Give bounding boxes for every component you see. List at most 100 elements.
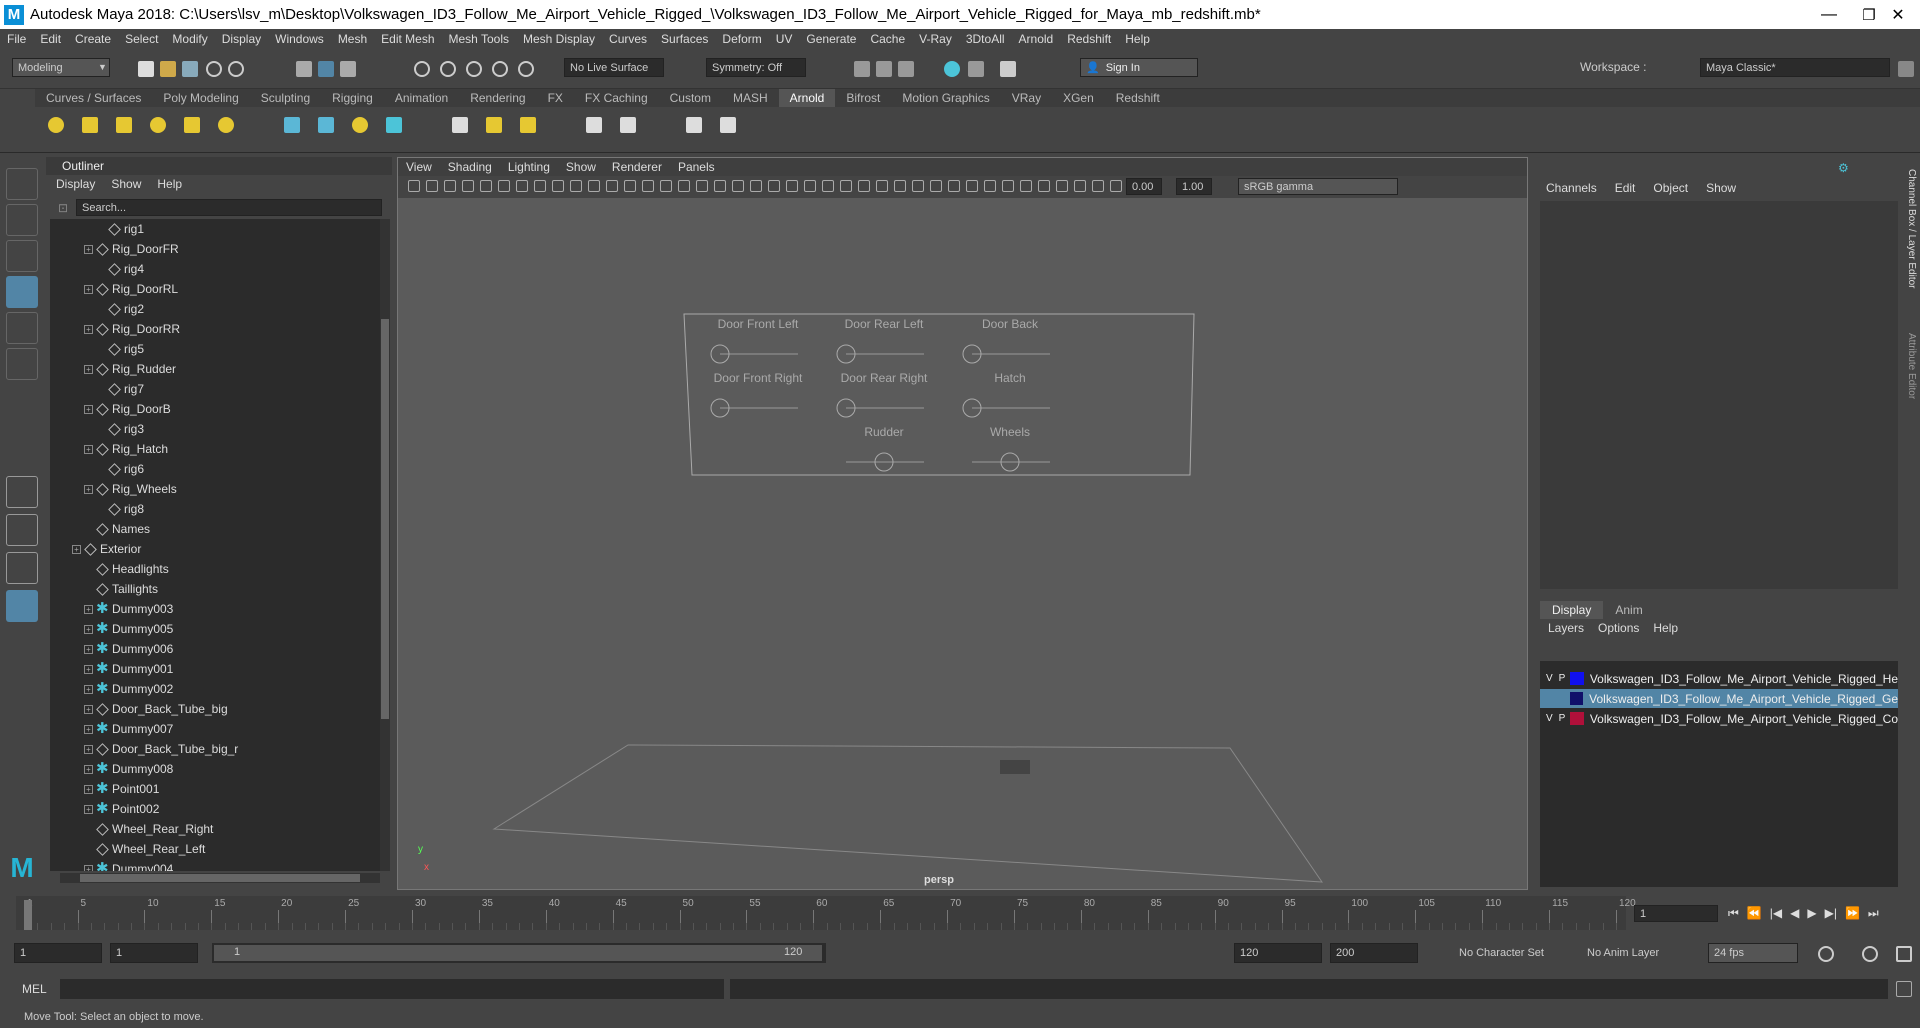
exposure-field[interactable]: 0.00 [1126, 178, 1162, 195]
expand-toggle-icon[interactable]: + [84, 244, 93, 254]
outliner-row[interactable]: Names [84, 519, 150, 539]
outliner-row[interactable]: + ✱ Point002 [84, 799, 159, 819]
select-tool-icon[interactable] [6, 168, 38, 200]
anim-layer-select[interactable]: No Anim Layer [1582, 943, 1692, 963]
expand-toggle-icon[interactable] [84, 565, 93, 574]
layer-color-swatch[interactable] [1569, 692, 1584, 705]
expand-toggle-icon[interactable]: + [84, 704, 93, 714]
viewport-toolbar-icon[interactable] [588, 180, 600, 192]
menu-windows[interactable]: Windows [268, 32, 331, 46]
channel-box-menu-edit[interactable]: Edit [1615, 181, 1636, 195]
skydome-light-icon[interactable] [150, 117, 166, 133]
expand-toggle-icon[interactable] [96, 345, 105, 354]
expand-toggle-icon[interactable] [96, 425, 105, 434]
outliner-layout-icon[interactable] [6, 590, 38, 622]
channel-box-menu-object[interactable]: Object [1653, 181, 1688, 195]
expand-toggle-icon[interactable]: + [84, 804, 93, 814]
anim-prefs-icon[interactable] [1896, 946, 1912, 962]
viewport-toolbar-icon[interactable] [696, 180, 708, 192]
viewport-toolbar-icon[interactable] [822, 180, 834, 192]
single-pane-layout-icon[interactable] [6, 476, 38, 508]
outliner-row[interactable]: rig8 [96, 499, 144, 519]
menu-mesh-tools[interactable]: Mesh Tools [442, 32, 516, 46]
shelf-tab-sculpting[interactable]: Sculpting [250, 89, 321, 107]
loop-icon[interactable] [1818, 946, 1834, 962]
menu-arnold[interactable]: Arnold [1012, 32, 1061, 46]
menu-file[interactable]: File [0, 32, 33, 46]
shelf-tab-fx[interactable]: FX [537, 89, 574, 107]
menu-3dtoall[interactable]: 3DtoAll [959, 32, 1012, 46]
tx-manager-icon[interactable] [620, 117, 636, 133]
shelf-tab-redshift[interactable]: Redshift [1105, 89, 1171, 107]
shelf-tab-animation[interactable]: Animation [384, 89, 459, 107]
outliner-row[interactable]: + ✱ Dummy001 [84, 659, 173, 679]
outliner-menu-show[interactable]: Show [111, 177, 141, 191]
create-mesh-icon[interactable] [386, 117, 402, 133]
viewport-toolbar-icon[interactable] [552, 180, 564, 192]
menu-redshift[interactable]: Redshift [1060, 32, 1118, 46]
outliner-vscrollbar[interactable] [380, 219, 390, 871]
outliner-row[interactable]: + ✱ Point001 [84, 779, 159, 799]
volume-icon[interactable] [318, 117, 334, 133]
layer-menu-options[interactable]: Options [1598, 621, 1639, 635]
lasso-tool-icon[interactable] [6, 204, 38, 236]
layer-tab-anim[interactable]: Anim [1603, 601, 1654, 619]
layer-visible-flag[interactable]: V [1546, 673, 1553, 684]
display-layer-row[interactable]: V P Volkswagen_ID3_Follow_Me_Airport_Vehic… [1540, 669, 1898, 688]
select-hierarchy-icon[interactable] [296, 61, 312, 77]
menu-uv[interactable]: UV [769, 32, 800, 46]
redshift-render-icon[interactable] [944, 61, 960, 77]
expand-toggle-icon[interactable]: + [84, 664, 93, 674]
command-input[interactable] [60, 979, 724, 999]
outliner-row[interactable]: + ✱ Dummy007 [84, 719, 173, 739]
expand-toggle-icon[interactable]: + [84, 364, 93, 374]
step-back-key-icon[interactable]: |◀ [1770, 906, 1782, 921]
viewport-toolbar-icon[interactable] [1002, 180, 1014, 192]
ipr-render-icon[interactable] [876, 61, 892, 77]
symmetry-field[interactable]: Symmetry: Off [706, 58, 806, 77]
redshift-ipr-icon[interactable] [968, 61, 984, 77]
viewport-menu-view[interactable]: View [398, 160, 440, 174]
character-set-select[interactable]: No Character Set [1454, 943, 1564, 963]
save-scene-icon[interactable] [182, 61, 198, 77]
viewport-toolbar-icon[interactable] [714, 180, 726, 192]
viewport-toolbar-icon[interactable] [912, 180, 924, 192]
shelf-tab-arnold[interactable]: Arnold [778, 89, 836, 107]
render-view-icon[interactable] [686, 117, 702, 133]
outliner-row[interactable]: + Rig_DoorRL [84, 279, 178, 299]
expand-toggle-icon[interactable]: + [84, 284, 93, 294]
outliner-row[interactable]: rig7 [96, 379, 144, 399]
expand-toggle-icon[interactable] [84, 825, 93, 834]
curve-collector-icon[interactable] [352, 117, 368, 133]
outliner-row[interactable]: Wheel_Rear_Left [84, 839, 205, 859]
display-layer-row[interactable]: V P Volkswagen_ID3_Follow_Me_Airport_Vehic… [1540, 709, 1898, 728]
area-light-icon[interactable] [48, 117, 64, 133]
shelf-tab-vray[interactable]: VRay [1001, 89, 1052, 107]
snap-grid-icon[interactable] [414, 61, 430, 77]
outliner-menu-display[interactable]: Display [56, 177, 95, 191]
channel-box-icon[interactable]: ⚙ [1838, 161, 1849, 175]
menu-generate[interactable]: Generate [799, 32, 863, 46]
start-time-field[interactable]: 1 [14, 943, 102, 963]
shelf-tab-xgen[interactable]: XGen [1052, 89, 1105, 107]
menu-edit[interactable]: Edit [33, 32, 68, 46]
layer-visible-flag[interactable]: V [1546, 713, 1553, 724]
workspace-select[interactable]: Maya Classic* [1700, 58, 1890, 77]
expand-toggle-icon[interactable] [96, 265, 105, 274]
expand-toggle-icon[interactable]: + [84, 604, 93, 614]
snap-point-icon[interactable] [466, 61, 482, 77]
delete-cache-icon[interactable] [520, 117, 536, 133]
flush-cache-icon[interactable] [452, 117, 468, 133]
outliner-row[interactable]: Headlights [84, 559, 169, 579]
sign-in-button[interactable]: 👤 Sign In [1080, 58, 1198, 77]
layer-visibility-toggle[interactable] [1540, 693, 1570, 704]
mesh-light-icon[interactable] [82, 117, 98, 133]
two-pane-layout-icon[interactable] [6, 552, 38, 584]
outliner-row[interactable]: + ✱ Dummy008 [84, 759, 173, 779]
layer-playback-flag[interactable]: P [1559, 713, 1566, 724]
expand-toggle-icon[interactable]: + [84, 324, 93, 334]
outliner-row[interactable]: rig5 [96, 339, 144, 359]
channel-box-menu-show[interactable]: Show [1706, 181, 1736, 195]
expand-toggle-icon[interactable] [84, 585, 93, 594]
viewport-toolbar-icon[interactable] [930, 180, 942, 192]
